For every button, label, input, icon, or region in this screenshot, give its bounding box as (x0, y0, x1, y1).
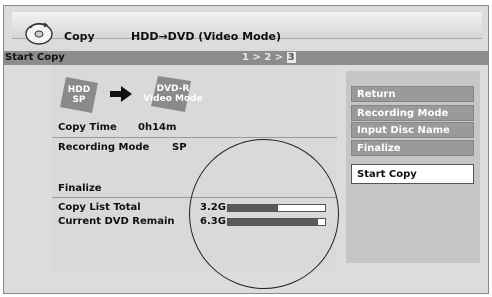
hdd-source-label: HDD SP (58, 85, 100, 105)
dvd-destination-label: DVD-R Video Mode (140, 84, 206, 104)
disc-copy-icon (25, 22, 53, 45)
menu-item-input-disc-name[interactable]: Input Disc Name (351, 122, 474, 138)
copy-list-total-label: Copy List Total (58, 202, 141, 213)
copy-time-value: 0h14m (138, 122, 177, 133)
menu-item-return[interactable]: Return (351, 86, 474, 102)
menu-item-start-copy[interactable]: Start Copy (351, 164, 474, 184)
copy-mode-title: HDD→DVD (Video Mode) (131, 30, 281, 43)
step-3-current: 3 (286, 52, 296, 63)
subheader-label: Start Copy (5, 52, 65, 63)
destination-line1: DVD-R (156, 84, 190, 94)
finalize-label: Finalize (58, 183, 102, 194)
recording-mode-value: SP (172, 142, 187, 153)
dvd-remain-label: Current DVD Remain (58, 216, 175, 227)
callout-circle (189, 139, 339, 289)
arrow-right-icon (110, 86, 132, 102)
step-1: 1 > (242, 52, 265, 63)
source-line2: SP (72, 95, 86, 105)
menu-item-finalize[interactable]: Finalize (351, 140, 474, 156)
page-title: Copy (64, 30, 95, 43)
source-line1: HDD (67, 85, 91, 95)
recording-mode-label: Recording Mode (58, 142, 150, 153)
divider (52, 137, 337, 138)
step-2: 2 > (264, 52, 287, 63)
menu-item-recording-mode[interactable]: Recording Mode (351, 105, 474, 121)
step-indicator: 1 > 2 > 3 (242, 52, 296, 63)
destination-line2: Video Mode (143, 94, 203, 104)
copy-time-label: Copy Time (58, 122, 117, 133)
